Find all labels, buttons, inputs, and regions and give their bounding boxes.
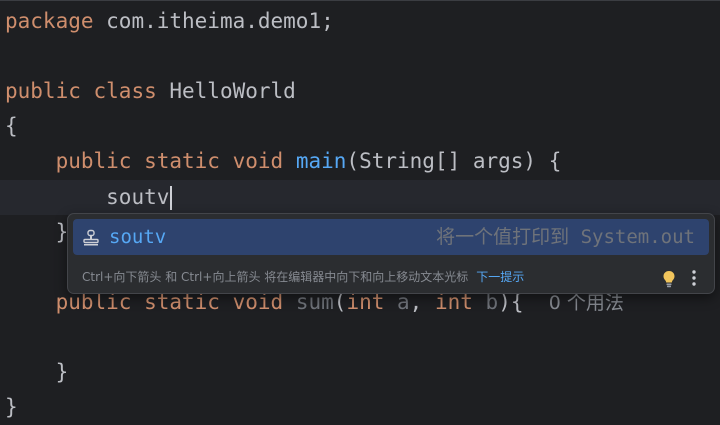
template-stamp-icon xyxy=(82,228,100,246)
completion-popup: soutv 将一个值打印到 System.out Ctrl+向下箭头 和 Ctr… xyxy=(67,213,715,294)
open-brace: { xyxy=(5,114,18,138)
close-brace: } xyxy=(5,395,18,419)
code-line-typed-input[interactable]: soutv xyxy=(5,180,173,215)
code-line-close-main[interactable]: } xyxy=(5,215,69,250)
keyword-package: package xyxy=(5,9,94,33)
method-name-main: main xyxy=(295,149,347,173)
completion-item-soutv[interactable]: soutv 将一个值打印到 System.out xyxy=(73,219,709,255)
text-caret xyxy=(170,186,173,210)
keyword-class: class xyxy=(93,79,157,103)
editor-top-border xyxy=(0,0,720,1)
next-tip-link[interactable]: 下一提示 xyxy=(476,270,524,284)
footer-hint: Ctrl+向下箭头 和 Ctrl+向上箭头 将在编辑器中向下和向上移动文本光标 xyxy=(82,270,469,284)
main-signature: (String[] args) { xyxy=(346,149,562,173)
code-line-package[interactable]: package com.itheima.demo1; xyxy=(5,4,334,39)
more-vertical-icon[interactable] xyxy=(688,268,700,288)
code-line-class-declaration[interactable]: public class HelloWorld xyxy=(5,74,296,109)
typed-text: soutv xyxy=(106,185,170,209)
class-name: HelloWorld xyxy=(156,79,296,103)
package-name: com.itheima.demo1; xyxy=(93,9,334,33)
footer-hint-text: Ctrl+向下箭头 和 Ctrl+向上箭头 将在编辑器中向下和向上移动文本光标下… xyxy=(82,262,524,293)
usage-hint[interactable]: 0 个用法 xyxy=(549,292,624,314)
code-line-close-sum[interactable]: } xyxy=(5,355,69,390)
keyword-public: public xyxy=(55,149,132,173)
keyword-public: public xyxy=(5,79,81,103)
completion-item-label: soutv xyxy=(109,226,167,248)
completion-item-description: 将一个值打印到 System.out xyxy=(436,226,695,248)
lightbulb-icon[interactable] xyxy=(662,269,676,288)
code-line-open-brace[interactable]: { xyxy=(5,109,18,144)
close-brace: } xyxy=(55,360,69,384)
completion-footer: Ctrl+向下箭头 和 Ctrl+向上箭头 将在编辑器中向下和向上移动文本光标下… xyxy=(68,262,714,293)
keyword-void: void xyxy=(232,149,284,173)
code-editor[interactable]: package com.itheima.demo1; public class … xyxy=(0,0,720,425)
code-line-close-class[interactable]: } xyxy=(5,390,18,425)
code-line-main-method[interactable]: public static void main(String[] args) { xyxy=(5,144,562,179)
keyword-static: static xyxy=(144,149,220,173)
